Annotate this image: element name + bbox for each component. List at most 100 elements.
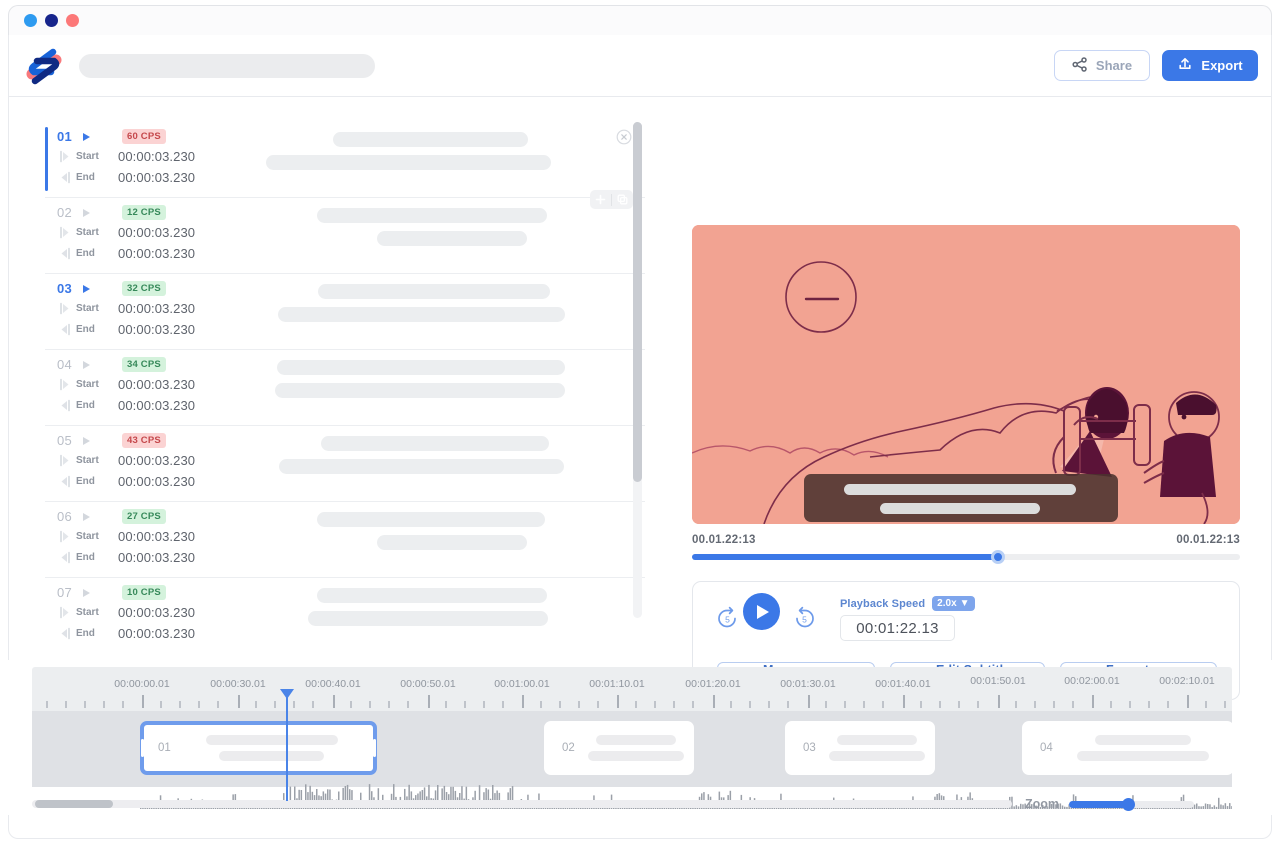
timeline-clip[interactable]: 04 [1022, 721, 1234, 775]
ruler-tick-minor [502, 701, 504, 708]
ruler-tick-major [1092, 695, 1094, 708]
window-dot-coral[interactable] [66, 14, 79, 27]
export-label: Export [1201, 58, 1242, 73]
end-marker-icon [59, 247, 71, 260]
end-label: End [76, 324, 118, 335]
start-value: 00:00:03.230 [118, 377, 195, 392]
row-end-time[interactable]: End00:00:03.230 [59, 167, 645, 188]
playback-speed-selector[interactable]: 2.0x ▼ [932, 596, 974, 611]
playhead-handle[interactable] [280, 689, 294, 699]
play-button[interactable] [743, 593, 780, 630]
clip-handle-right[interactable] [373, 739, 376, 757]
seek-track[interactable] [692, 554, 1240, 560]
start-value: 00:00:03.230 [118, 225, 195, 240]
subtitle-row[interactable]: 0212 CPSStart00:00:03.230End00:00:03.230 [45, 198, 645, 274]
export-button[interactable]: Export [1162, 50, 1258, 81]
duplicate-subtitle-button[interactable] [612, 190, 633, 209]
timeline-clip[interactable]: 03 [785, 721, 935, 775]
ruler-tick-minor [825, 701, 827, 708]
row-play-icon[interactable] [83, 437, 90, 445]
seek-knob[interactable] [991, 550, 1005, 564]
editor-body: 0160 CPSStart00:00:03.230End00:00:03.230… [8, 97, 1272, 660]
zoom-control: Zoom [1025, 797, 1194, 811]
row-play-icon[interactable] [83, 209, 90, 217]
subtitle-text-area[interactable] [243, 284, 573, 322]
subtitle-row[interactable]: 0332 CPSStart00:00:03.230End00:00:03.230 [45, 274, 645, 350]
add-subtitle-button[interactable] [590, 190, 611, 209]
skip-forward-5-button[interactable]: 5 [792, 605, 817, 635]
start-label: Start [76, 151, 118, 162]
video-seekbar[interactable]: 00.01.22:13 00.01.22:13 [692, 534, 1240, 566]
end-marker-icon [59, 475, 71, 488]
timeline-clip[interactable]: 01 [140, 721, 377, 775]
scrollbar-thumb[interactable] [633, 122, 642, 482]
header-actions: Share Export [1054, 50, 1258, 81]
sonix-logo-icon[interactable] [21, 44, 67, 88]
end-value: 00:00:03.230 [118, 474, 195, 489]
subtitle-text-area[interactable] [243, 132, 573, 170]
row-end-time[interactable]: End00:00:03.230 [59, 547, 645, 568]
subtitle-list[interactable]: 0160 CPSStart00:00:03.230End00:00:03.230… [45, 122, 645, 642]
text-line-placeholder [377, 535, 527, 550]
clip-number: 01 [158, 742, 184, 754]
app-window: Share Export 0160 CPSStart00:00:03.230En… [0, 0, 1280, 844]
subtitle-text-area[interactable] [243, 436, 573, 474]
zoom-slider[interactable] [1069, 801, 1194, 808]
clip-text-placeholder [829, 735, 939, 761]
timeline-horizontal-scrollbar[interactable] [32, 800, 1012, 808]
clip-handle-left[interactable] [141, 739, 144, 757]
row-end-time[interactable]: End00:00:03.230 [59, 471, 645, 492]
subtitle-list-scrollbar[interactable] [633, 122, 642, 618]
clip-text-placeholder [588, 735, 698, 761]
clip-number: 04 [1040, 742, 1066, 754]
ruler-tick-minor [388, 701, 390, 708]
subtitle-row[interactable]: 0710 CPSStart00:00:03.230End00:00:03.230 [45, 578, 645, 642]
row-play-icon[interactable] [83, 285, 90, 293]
timeline-scroll-thumb[interactable] [35, 800, 113, 808]
project-title-input[interactable] [79, 54, 375, 78]
subtitle-row[interactable]: 0543 CPSStart00:00:03.230End00:00:03.230 [45, 426, 645, 502]
row-end-time[interactable]: End00:00:03.230 [59, 319, 645, 340]
start-marker-icon [59, 150, 71, 163]
clip-number: 03 [803, 742, 829, 754]
chevron-down-icon: ▼ [960, 598, 970, 609]
upload-icon [1177, 56, 1193, 75]
row-play-icon[interactable] [83, 361, 90, 369]
window-dot-blue[interactable] [24, 14, 37, 27]
subtitle-text-area[interactable] [243, 208, 573, 246]
timeline-ruler[interactable]: 00:00:00.0100:00:30.0100:00:40.0100:00:5… [32, 667, 1232, 711]
skip-back-5-button[interactable]: 5 [715, 605, 740, 635]
end-label: End [76, 248, 118, 259]
row-end-time[interactable]: End00:00:03.230 [59, 243, 645, 264]
cps-badge: 32 CPS [122, 281, 166, 296]
current-timecode-input[interactable]: 00:01:22.13 [840, 615, 955, 641]
ruler-tick-minor [1053, 701, 1055, 708]
ruler-tick-minor [274, 701, 276, 708]
subtitle-text-area[interactable] [243, 588, 573, 626]
end-value: 00:00:03.230 [118, 246, 195, 261]
subtitle-row[interactable]: 0160 CPSStart00:00:03.230End00:00:03.230 [45, 122, 645, 198]
timeline-clip[interactable]: 02 [544, 721, 694, 775]
start-marker-icon [59, 454, 71, 467]
ruler-tick-minor [559, 701, 561, 708]
ruler-tick-minor [635, 701, 637, 708]
row-end-time[interactable]: End00:00:03.230 [59, 395, 645, 416]
video-preview[interactable] [692, 225, 1240, 524]
row-play-icon[interactable] [83, 513, 90, 521]
row-play-icon[interactable] [83, 133, 90, 141]
subtitle-row[interactable]: 0627 CPSStart00:00:03.230End00:00:03.230 [45, 502, 645, 578]
ruler-tick-minor [597, 701, 599, 708]
subtitle-row[interactable]: 0434 CPSStart00:00:03.230End00:00:03.230 [45, 350, 645, 426]
start-value: 00:00:03.230 [118, 529, 195, 544]
start-label: Start [76, 303, 118, 314]
window-dot-navy[interactable] [45, 14, 58, 27]
subtitle-text-area[interactable] [243, 360, 573, 398]
start-label: Start [76, 379, 118, 390]
row-play-icon[interactable] [83, 589, 90, 597]
subtitle-text-area[interactable] [243, 512, 573, 550]
delete-subtitle-button[interactable] [616, 129, 632, 145]
share-button[interactable]: Share [1054, 50, 1150, 81]
text-line-placeholder [275, 383, 565, 398]
zoom-knob[interactable] [1122, 798, 1135, 811]
ruler-tick-minor [749, 701, 751, 708]
